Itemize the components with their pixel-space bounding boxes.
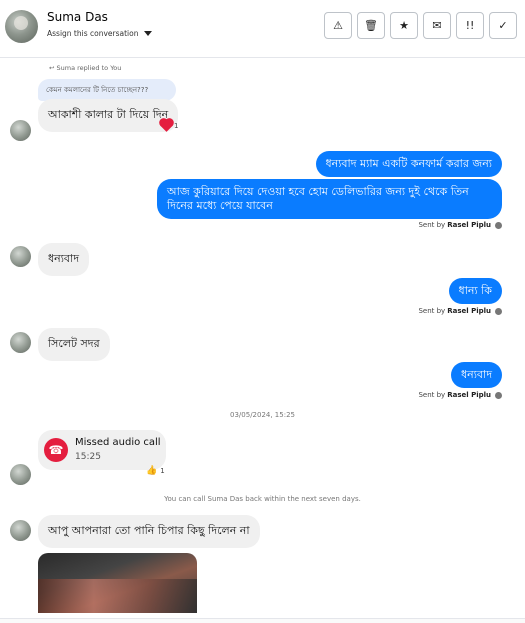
assign-conversation-dropdown[interactable]: Assign this conversation	[47, 29, 153, 38]
phone-missed-icon: ☎	[44, 438, 68, 462]
warning-icon: ⚠	[333, 19, 343, 32]
done-button[interactable]: ✓	[489, 12, 517, 39]
star-icon: ★	[399, 19, 409, 32]
incoming-message[interactable]: সিলেট সদর	[38, 328, 110, 361]
report-button[interactable]: ⚠	[324, 12, 352, 39]
outgoing-message[interactable]: ধান্য কি	[448, 278, 502, 304]
incoming-message[interactable]: ধন্যবাদ	[38, 243, 90, 276]
caret-down-icon	[144, 31, 153, 36]
avatar[interactable]	[10, 464, 31, 485]
follow-up-button[interactable]: !!	[456, 12, 484, 39]
heart-icon	[160, 119, 173, 132]
composer-divider	[0, 618, 525, 623]
sent-by-label: Sent by Rasel Piplu	[418, 221, 502, 229]
avatar[interactable]	[10, 332, 31, 353]
envelope-icon: ✉	[432, 19, 442, 32]
seen-indicator-icon	[495, 307, 502, 315]
sender-name: Rasel Piplu	[447, 221, 491, 229]
mark-unread-button[interactable]: ✉	[423, 12, 451, 39]
message-reaction[interactable]: 👍 1	[146, 466, 165, 476]
conversation-toolbar: ⚠ 🗑 ★ ✉ !! ✓	[324, 12, 517, 39]
reply-context-note: ↩ Suma replied to You	[49, 64, 122, 72]
checkmark-icon: ✓	[498, 19, 508, 32]
seen-indicator-icon	[495, 391, 502, 399]
quoted-message[interactable]: কেমন কমলানের টি নিতে চাচ্ছেন???	[38, 79, 176, 101]
sent-by-label: Sent by Rasel Piplu	[418, 391, 502, 399]
conversation-header: Suma Das Assign this conversation ⚠ 🗑 ★ …	[0, 0, 525, 58]
message-reaction[interactable]: 1	[160, 119, 179, 132]
call-duration: 15:25	[75, 452, 101, 462]
sender-name: Rasel Piplu	[447, 307, 491, 315]
star-button[interactable]: ★	[390, 12, 418, 39]
thumbs-up-icon: 👍	[146, 466, 158, 476]
avatar[interactable]	[10, 246, 31, 267]
incoming-message[interactable]: আকাশী কালার টা দিয়ে দিন	[38, 99, 179, 132]
reaction-count: 1	[160, 467, 165, 475]
sent-by-label: Sent by Rasel Piplu	[418, 307, 502, 315]
sender-name: Rasel Piplu	[447, 391, 491, 399]
assign-label: Assign this conversation	[47, 29, 139, 38]
outgoing-message[interactable]: ধন্যবাদ	[450, 362, 502, 388]
incoming-message[interactable]: আপু আপনারা তো পানি চিপার কিছু দিলেন না	[38, 515, 260, 548]
contact-name[interactable]: Suma Das	[47, 10, 108, 24]
call-title: Missed audio call	[75, 437, 161, 448]
reaction-count: 1	[174, 121, 179, 130]
delete-button[interactable]: 🗑	[357, 12, 385, 39]
outgoing-message[interactable]: আজ কুরিয়ারে দিয়ে দেওয়া হবে হোম ডেলিভা…	[157, 179, 502, 219]
avatar[interactable]	[10, 120, 31, 141]
contact-avatar[interactable]	[5, 10, 38, 43]
callback-note: You can call Suma Das back within the ne…	[164, 495, 361, 503]
timestamp-divider: 03/05/2024, 15:25	[230, 411, 295, 419]
trash-icon: 🗑	[364, 19, 378, 32]
avatar[interactable]	[10, 520, 31, 541]
follow-up-icon: !!	[465, 19, 475, 32]
image-attachment[interactable]	[38, 553, 197, 613]
outgoing-message[interactable]: ধন্যবাদ ম্যাম একটি কনফার্ম করার জন্য	[315, 151, 502, 177]
missed-call-card[interactable]: ☎ Missed audio call 15:25	[38, 430, 166, 470]
seen-indicator-icon	[495, 221, 502, 229]
